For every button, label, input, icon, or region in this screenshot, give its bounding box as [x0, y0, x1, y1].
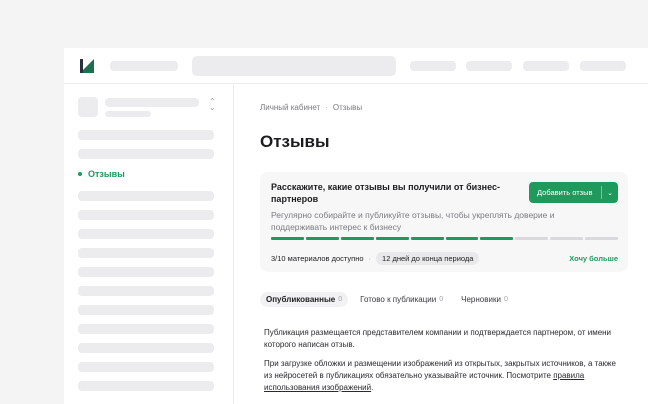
tab-count: 0 [439, 296, 444, 303]
progress-segment [340, 237, 374, 240]
progress-segment [445, 237, 479, 240]
progress-segment [305, 237, 339, 240]
tab-label: Черновики [461, 295, 501, 304]
tab-ready[interactable]: Готово к публикации 0 [354, 292, 449, 307]
materials-count: 3/10 материалов доступно [271, 253, 364, 263]
progress-segment [585, 237, 619, 240]
sidebar-item[interactable] [78, 343, 214, 353]
card-description: Регулярно собирайте и публикуйте отзывы,… [271, 210, 555, 232]
sidebar-item[interactable] [78, 149, 214, 159]
progress-segment [515, 237, 549, 240]
sidebar-item-label: Отзывы [88, 169, 125, 179]
tab-published[interactable]: Опубликованные 0 [260, 292, 349, 307]
reviews-promo-card: Расскажите, какие отзывы вы получили от … [260, 172, 628, 272]
account-avatar[interactable] [78, 97, 98, 117]
sidebar-item[interactable] [78, 381, 214, 391]
logo-icon[interactable] [80, 59, 94, 73]
header-menu-item-3[interactable] [523, 61, 569, 71]
sidebar-item[interactable] [78, 210, 214, 220]
tab-label: Опубликованные [266, 295, 336, 304]
top-bar [64, 48, 648, 84]
sidebar-item[interactable] [78, 130, 214, 140]
add-review-label: Добавить отзыв [537, 188, 593, 197]
account-switch-icon[interactable]: ⌃ ⌄ [209, 98, 216, 112]
card-title: Расскажите, какие отзывы вы получили от … [271, 182, 500, 204]
breadcrumb: Личный кабинет · Отзывы [260, 103, 362, 112]
tab-count: 0 [503, 296, 508, 303]
tab-drafts[interactable]: Черновики 0 [455, 292, 514, 307]
progress-segment [410, 237, 444, 240]
progress-segment [375, 237, 409, 240]
account-name-placeholder [105, 98, 199, 107]
brand-placeholder [110, 61, 178, 71]
sidebar-item[interactable] [78, 305, 214, 315]
sidebar-item-reviews[interactable]: Отзывы [78, 169, 125, 179]
card-footer: 3/10 материалов доступно · 12 дней до ко… [271, 251, 618, 265]
tabs: Опубликованные 0 Готово к публикации 0 Ч… [260, 292, 514, 307]
breadcrumb-item-reviews: Отзывы [332, 103, 363, 112]
header-menu-item-1[interactable] [410, 61, 456, 71]
account-sub-placeholder [105, 111, 151, 117]
header-menu-item-2[interactable] [466, 61, 512, 71]
chevron-down-icon[interactable]: ⌄ [602, 189, 618, 197]
progress-segment [271, 237, 304, 240]
progress-segment [550, 237, 584, 240]
tab-count: 0 [338, 296, 343, 303]
progress-segment [480, 237, 514, 240]
sidebar-item[interactable] [78, 324, 214, 334]
active-dot-icon [78, 172, 82, 176]
add-review-button[interactable]: Добавить отзыв ⌄ [529, 182, 618, 203]
days-left-badge: 12 дней до конца периода [376, 251, 480, 265]
sidebar-item[interactable] [78, 362, 214, 372]
sidebar-item[interactable] [78, 191, 214, 201]
search-placeholder[interactable] [192, 56, 396, 76]
info-paragraph-images: При загрузке обложки и размещении изобра… [264, 358, 626, 394]
footer-separator: · [368, 253, 372, 263]
page-title: Отзывы [260, 132, 330, 151]
breadcrumb-item-account[interactable]: Личный кабинет [260, 103, 320, 112]
header-menu-item-4[interactable] [580, 61, 626, 71]
want-more-link[interactable]: Хочу больше [569, 254, 618, 263]
app-window: ⌃ ⌄ Отзывы Личный кабинет · Отзывы Отзывы… [64, 48, 648, 404]
sidebar-item[interactable] [78, 267, 214, 277]
info-paragraph-publication: Публикация размещается представителем ко… [264, 328, 612, 349]
sidebar-item[interactable] [78, 229, 214, 239]
materials-progress-bar [271, 237, 619, 240]
info-text-end: . [371, 383, 374, 392]
breadcrumb-separator: · [325, 103, 328, 112]
tab-label: Готово к публикации [360, 295, 437, 304]
sidebar-item[interactable] [78, 286, 214, 296]
sidebar-item[interactable] [78, 248, 214, 258]
